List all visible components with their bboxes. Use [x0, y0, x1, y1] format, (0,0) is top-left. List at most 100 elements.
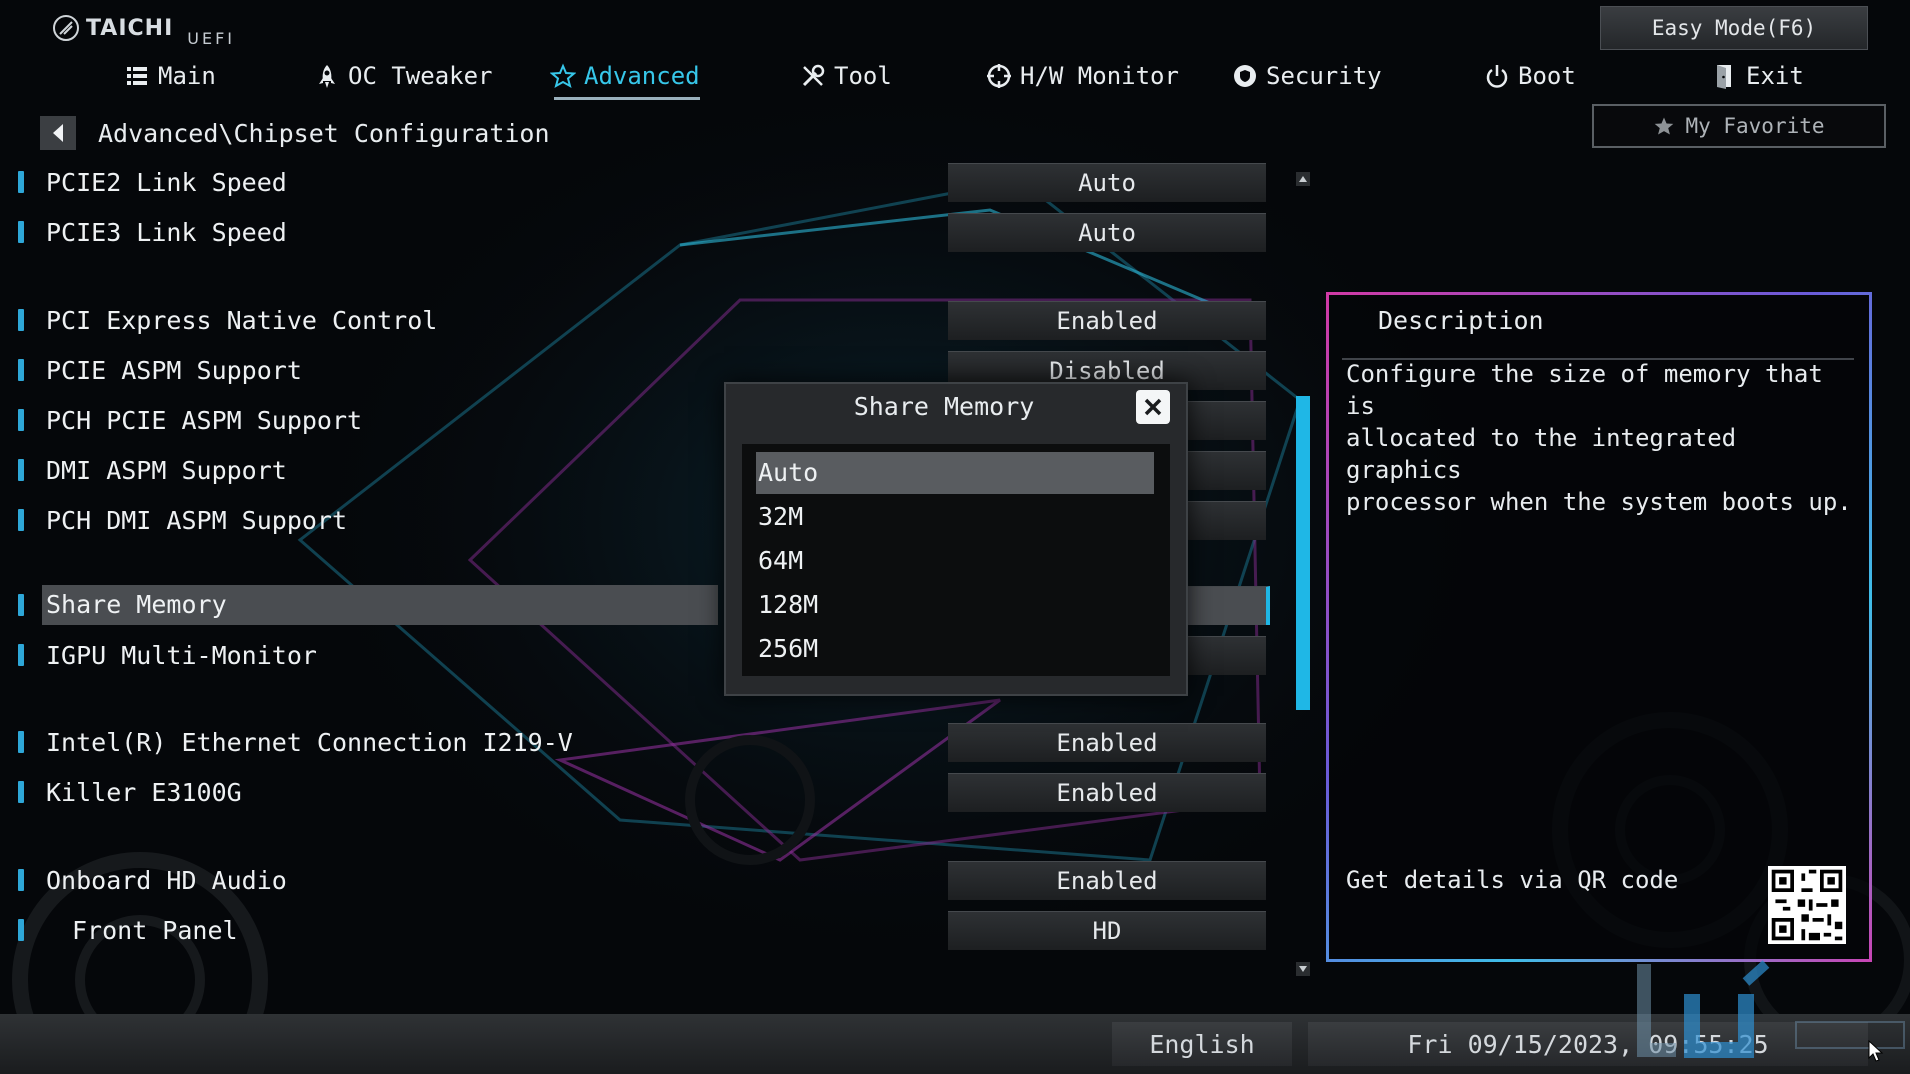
setting-label: PCIE2 Link Speed	[46, 167, 287, 197]
tab-label: Main	[158, 62, 216, 90]
setting-row-share-memory[interactable]: Share Memory	[18, 585, 718, 625]
setting-row-intel-ethernet[interactable]: Intel(R) Ethernet Connection I219-V	[18, 722, 573, 762]
mouse-cursor-icon	[1868, 1040, 1884, 1062]
dialog-title: Share Memory	[853, 392, 1035, 421]
setting-row-killer-e3100g[interactable]: Killer E3100G	[18, 772, 242, 812]
setting-label: Front Panel	[72, 915, 238, 945]
setting-label: Share Memory	[42, 585, 718, 625]
setting-row-igpu-multi-monitor[interactable]: IGPU Multi-Monitor	[18, 635, 317, 675]
tab-label: Advanced	[584, 62, 700, 90]
setting-label: PCH DMI ASPM Support	[46, 505, 348, 535]
tab-advanced[interactable]: Advanced	[550, 56, 700, 100]
brand-sub: UEFI	[187, 29, 236, 48]
scroll-up-button[interactable]	[1296, 172, 1310, 186]
setting-label: PCI Express Native Control	[46, 305, 438, 335]
easy-mode-button[interactable]: Easy Mode(F6)	[1600, 6, 1868, 50]
setting-row-onboard-hd-audio[interactable]: Onboard HD Audio	[18, 860, 287, 900]
back-button[interactable]	[40, 116, 76, 150]
setting-row-pcie3-link-speed[interactable]: PCIE3 Link Speed	[18, 212, 287, 252]
tab-label: H/W Monitor	[1020, 62, 1179, 90]
power-icon	[1486, 65, 1508, 88]
row-marker	[18, 731, 24, 753]
qr-label: Get details via QR code	[1346, 866, 1679, 894]
breadcrumb: Advanced\Chipset Configuration	[40, 116, 550, 150]
option-256m[interactable]: 256M	[756, 628, 1154, 670]
option-32m[interactable]: 32M	[756, 496, 1154, 538]
brand: TAICHI UEFI	[52, 14, 235, 48]
setting-value-killer-e3100g[interactable]: Enabled	[948, 773, 1266, 812]
setting-row-pch-dmi-aspm-support[interactable]: PCH DMI ASPM Support	[18, 500, 347, 540]
row-marker	[18, 359, 24, 381]
scroll-down-button[interactable]	[1296, 962, 1310, 976]
tab-label: OC Tweaker	[348, 62, 493, 90]
brand-logo-text: TAICHI	[86, 15, 174, 41]
tab-label: Exit	[1746, 62, 1804, 90]
tab-oc-tweaker[interactable]: OC Tweaker	[314, 56, 493, 96]
setting-label: Intel(R) Ethernet Connection I219-V	[46, 727, 573, 757]
exit-door-icon	[1717, 65, 1731, 89]
description-title: Description	[1378, 306, 1544, 335]
row-marker	[18, 594, 24, 616]
setting-row-pch-pcie-aspm-support[interactable]: PCH PCIE ASPM Support	[18, 400, 362, 440]
setting-value-pcie2-link-speed[interactable]: Auto	[948, 163, 1266, 202]
setting-label: PCIE ASPM Support	[46, 355, 302, 385]
star-icon	[550, 63, 576, 89]
row-marker	[18, 869, 24, 891]
setting-label: IGPU Multi-Monitor	[46, 640, 317, 670]
option-auto[interactable]: Auto	[756, 452, 1154, 494]
setting-label: Onboard HD Audio	[46, 865, 287, 895]
top-nav: Main OC Tweaker Advanced Tool H/W Monito…	[0, 56, 1804, 100]
scroll-up-arrow-icon	[1299, 176, 1307, 182]
tab-boot[interactable]: Boot	[1484, 56, 1576, 96]
favorite-label: My Favorite	[1685, 114, 1825, 138]
tab-hw-monitor[interactable]: H/W Monitor	[986, 56, 1179, 96]
row-marker	[18, 171, 24, 193]
setting-row-pcie2-link-speed[interactable]: PCIE2 Link Speed	[18, 162, 287, 202]
row-marker	[18, 221, 24, 243]
row-marker	[18, 409, 24, 431]
shield-icon	[1234, 65, 1256, 87]
option-128m[interactable]: 128M	[756, 584, 1154, 626]
setting-row-pci-express-native-control[interactable]: PCI Express Native Control	[18, 300, 437, 340]
tab-label: Security	[1266, 62, 1382, 90]
qr-code-icon	[1768, 866, 1846, 944]
setting-value-onboard-hd-audio[interactable]: Enabled	[948, 861, 1266, 900]
tab-tool[interactable]: Tool	[800, 56, 892, 96]
setting-row-pcie-aspm-support[interactable]: PCIE ASPM Support	[18, 350, 302, 390]
tab-label: Tool	[834, 62, 892, 90]
scrollbar-thumb[interactable]	[1296, 396, 1310, 710]
setting-row-dmi-aspm-support[interactable]: DMI ASPM Support	[18, 450, 287, 490]
description-text: Configure the size of memory that is all…	[1346, 360, 1852, 516]
row-marker	[18, 919, 24, 941]
setting-value-pcie3-link-speed[interactable]: Auto	[948, 213, 1266, 252]
scroll-down-arrow-icon	[1299, 966, 1307, 972]
option-64m[interactable]: 64M	[756, 540, 1154, 582]
row-marker	[18, 781, 24, 803]
tools-icon	[802, 64, 825, 87]
tab-label: Boot	[1518, 62, 1576, 90]
taichi-logo-icon	[53, 15, 79, 41]
taichi-logo: TAICHI	[52, 14, 173, 42]
row-marker	[18, 459, 24, 481]
tab-main[interactable]: Main	[124, 56, 216, 96]
setting-label: PCH PCIE ASPM Support	[46, 405, 363, 435]
setting-label: Killer E3100G	[46, 777, 242, 807]
my-favorite-button[interactable]: My Favorite	[1592, 104, 1886, 148]
setting-value-pci-express-native-control[interactable]: Enabled	[948, 301, 1266, 340]
breadcrumb-path: Advanced\Chipset Configuration	[98, 118, 550, 148]
row-marker	[18, 644, 24, 666]
setting-label: PCIE3 Link Speed	[46, 217, 287, 247]
favorite-star-icon	[1655, 117, 1674, 135]
setting-row-front-panel[interactable]: Front Panel	[18, 910, 238, 950]
rocket-icon	[319, 65, 335, 88]
close-icon	[1144, 398, 1162, 416]
setting-value-intel-ethernet[interactable]: Enabled	[948, 723, 1266, 762]
row-marker	[18, 509, 24, 531]
setting-value-front-panel[interactable]: HD	[948, 911, 1266, 950]
back-arrow-icon	[53, 124, 63, 142]
tab-exit[interactable]: Exit	[1712, 56, 1804, 96]
tab-security[interactable]: Security	[1232, 56, 1382, 96]
close-button[interactable]	[1136, 390, 1170, 424]
language-button[interactable]: English	[1112, 1022, 1292, 1066]
setting-label: DMI ASPM Support	[46, 455, 287, 485]
